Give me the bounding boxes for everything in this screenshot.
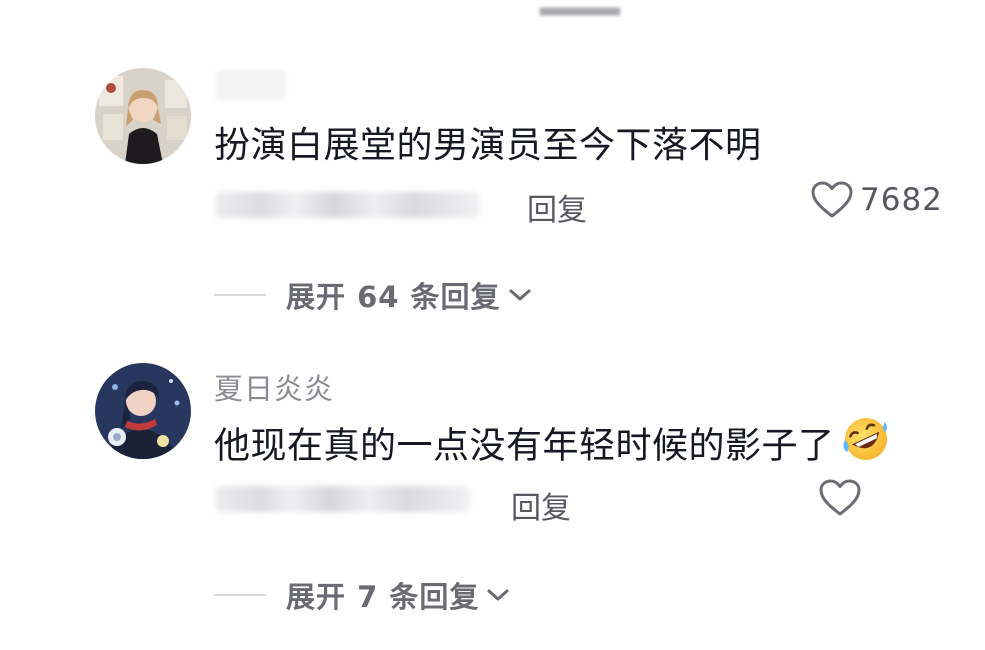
- like-button[interactable]: [818, 478, 868, 518]
- avatar-image: [95, 68, 191, 164]
- heart-icon[interactable]: [810, 180, 854, 220]
- expand-divider-line: [214, 594, 266, 596]
- avatar[interactable]: [95, 68, 191, 164]
- chevron-down-icon: [485, 586, 511, 604]
- expand-replies-label: 展开 7 条回复: [286, 580, 480, 614]
- reply-button[interactable]: 回复: [511, 483, 571, 527]
- expand-replies-label: 展开 64 条回复: [286, 280, 501, 314]
- comment-text-content: 他现在真的一点没有年轻时候的影子了: [214, 425, 835, 467]
- expand-replies-button[interactable]: 展开 64 条回复: [214, 274, 533, 316]
- username[interactable]: 夏日炎炎: [214, 366, 334, 408]
- like-count: 7682: [860, 182, 943, 218]
- like-button[interactable]: 7682: [810, 180, 943, 220]
- comment-timestamp-blurred: [215, 486, 470, 512]
- clipped-header-text: ▂▂▂▂: [540, 0, 620, 16]
- heart-icon[interactable]: [818, 478, 862, 518]
- expand-replies-button[interactable]: 展开 7 条回复: [214, 574, 511, 616]
- comment-text: 他现在真的一点没有年轻时候的影子了: [214, 418, 893, 475]
- reply-button[interactable]: 回复: [527, 185, 587, 229]
- comment-timestamp-blurred: [215, 192, 480, 218]
- chevron-down-icon: [507, 286, 533, 304]
- comment-text: 扮演白展堂的男演员至今下落不明: [214, 125, 762, 166]
- comment-list: ▂▂▂▂ 扮演白展堂的男演员至今下落不明 回复 7682 展开 64 条回复 夏…: [0, 0, 985, 650]
- expand-divider-line: [214, 294, 266, 296]
- username-blurred[interactable]: [216, 70, 286, 100]
- avatar-image: [95, 363, 191, 459]
- avatar[interactable]: [95, 363, 191, 459]
- rolling-laughing-emoji: [839, 414, 893, 475]
